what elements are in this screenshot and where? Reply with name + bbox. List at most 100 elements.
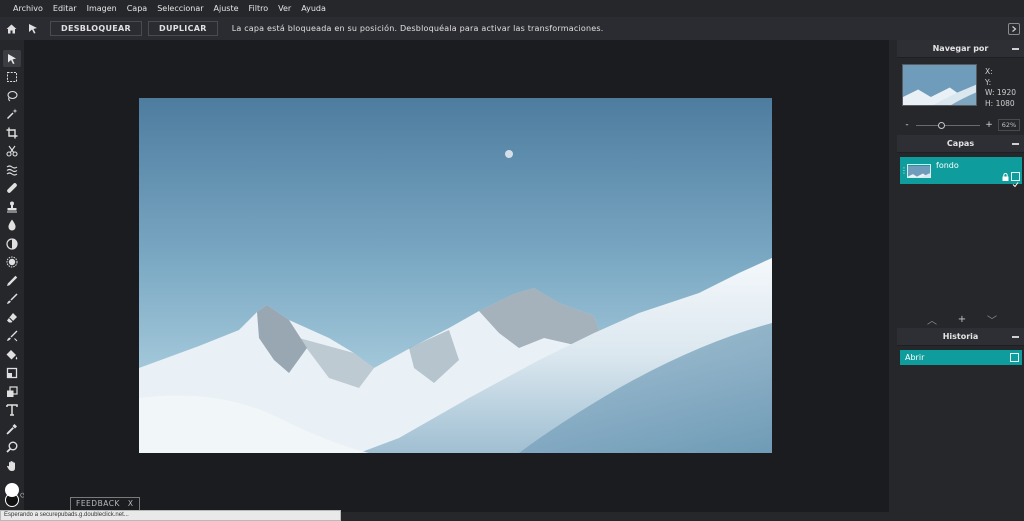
canvas-image[interactable] — [139, 98, 772, 453]
zoom-value-input[interactable]: 62% — [998, 119, 1020, 131]
history-panel-header[interactable]: Historia — [897, 328, 1024, 346]
foreground-color-swatch[interactable] — [5, 483, 19, 497]
liquify-tool-icon — [6, 164, 18, 176]
pencil-tool-icon — [7, 275, 18, 286]
vertical-scrollbar[interactable] — [889, 40, 897, 521]
move-layer-up-icon[interactable]: ︿ — [927, 312, 937, 327]
add-layer-icon[interactable]: + — [958, 314, 966, 325]
text-tool-icon — [6, 404, 18, 416]
feedback-close-button[interactable]: X — [128, 498, 134, 510]
hand-tool[interactable] — [3, 457, 21, 474]
eyedropper-tool[interactable] — [3, 420, 21, 437]
cut-tool[interactable] — [3, 143, 21, 160]
eraser-tool[interactable] — [3, 309, 21, 326]
menu-archivo[interactable]: Archivo — [8, 0, 48, 17]
menu-seleccionar[interactable]: Seleccionar — [152, 0, 208, 17]
collapse-panel-button[interactable] — [1008, 23, 1020, 35]
rectangle-tool[interactable] — [3, 365, 21, 382]
shape-tool[interactable] — [3, 383, 21, 400]
navigator-preview-image — [903, 65, 976, 105]
liquify-tool[interactable] — [3, 161, 21, 178]
blur-tool[interactable] — [3, 217, 21, 234]
paint-bucket-tool-icon — [6, 349, 18, 359]
collapse-layers-icon[interactable] — [1012, 143, 1019, 145]
color-replace-tool[interactable] — [3, 328, 21, 345]
drag-handle-icon[interactable]: ⋮ — [900, 166, 908, 175]
color-replace-tool-icon — [7, 330, 18, 342]
tools-panel — [0, 40, 24, 521]
feedback-label[interactable]: FEEDBACK — [76, 498, 120, 510]
dodge-tool[interactable] — [3, 254, 21, 271]
dodge-tool-icon — [6, 256, 18, 268]
h-label: H: — [985, 98, 994, 108]
paint-bucket-tool[interactable] — [3, 346, 21, 363]
history-item-label[interactable]: Abrir — [905, 353, 924, 362]
y-label: Y: — [985, 77, 992, 87]
layer-name[interactable]: fondo — [936, 161, 959, 170]
navigator-thumbnail[interactable] — [902, 64, 977, 106]
menu-bar: Archivo Editar Imagen Capa Seleccionar A… — [0, 0, 1024, 17]
menu-imagen[interactable]: Imagen — [82, 0, 122, 17]
magic-wand-tool-icon — [6, 108, 18, 120]
home-button[interactable] — [0, 17, 22, 40]
lasso-tool[interactable] — [3, 87, 21, 104]
move-tool[interactable] — [3, 50, 21, 67]
menu-filtro[interactable]: Filtro — [244, 0, 274, 17]
layer-item[interactable]: ⋮ fondo — [900, 157, 1022, 188]
home-icon — [6, 24, 16, 33]
zoom-slider-handle[interactable] — [938, 121, 945, 129]
duplicate-button[interactable]: DUPLICAR — [148, 21, 218, 36]
sponge-tool[interactable] — [3, 235, 21, 252]
lock-icon[interactable] — [1002, 173, 1009, 181]
zoom-out-button[interactable]: - — [902, 120, 912, 130]
mountain-photo — [139, 98, 772, 453]
marquee-tool[interactable] — [3, 69, 21, 86]
layer-thumbnail-image — [908, 165, 930, 177]
menu-capa[interactable]: Capa — [122, 0, 152, 17]
history-item[interactable]: Abrir — [900, 350, 1022, 365]
stamp-tool-icon — [7, 201, 17, 212]
healing-tool[interactable] — [3, 180, 21, 197]
navigator-title: Navegar por — [932, 44, 989, 53]
history-state-icon — [1010, 353, 1019, 362]
text-tool[interactable] — [3, 402, 21, 419]
move-layer-down-icon[interactable]: ﹀ — [987, 312, 997, 327]
rectangle-tool-icon — [6, 367, 18, 379]
brush-tool-icon — [7, 293, 18, 304]
feedback-tab[interactable]: FEEDBACK X — [70, 497, 140, 511]
width-value: 1920 — [996, 88, 1016, 97]
move-tool-icon — [8, 53, 16, 64]
collapse-history-icon[interactable] — [1012, 336, 1019, 338]
pencil-tool[interactable] — [3, 272, 21, 289]
zoom-in-button[interactable]: + — [984, 120, 994, 130]
w-label: W: — [985, 88, 995, 97]
blur-tool-icon — [8, 219, 16, 231]
marquee-tool-icon — [7, 72, 17, 82]
stamp-tool[interactable] — [3, 198, 21, 215]
menu-ver[interactable]: Ver — [273, 0, 296, 17]
photo-editor-app: Archivo Editar Imagen Capa Seleccionar A… — [0, 0, 1024, 521]
browser-status-bar: Esperando a securepubads.g.doubleclick.n… — [0, 510, 341, 521]
menu-editar[interactable]: Editar — [48, 0, 82, 17]
layer-visibility-checkbox[interactable] — [1011, 172, 1020, 188]
collapse-navigator-icon[interactable] — [1012, 48, 1019, 50]
layers-title: Capas — [946, 139, 975, 148]
magic-wand-tool[interactable] — [3, 106, 21, 123]
navigator-panel-header[interactable]: Navegar por — [897, 40, 1024, 58]
unlock-button[interactable]: DESBLOQUEAR — [50, 21, 142, 36]
crop-tool[interactable] — [3, 124, 21, 141]
layers-panel-header[interactable]: Capas — [897, 135, 1024, 153]
healing-tool-icon — [7, 183, 17, 193]
options-bar: DESBLOQUEAR DUPLICAR La capa está bloque… — [0, 17, 1024, 40]
menu-ajuste[interactable]: Ajuste — [209, 0, 244, 17]
chevron-right-icon — [1012, 26, 1017, 32]
brush-tool[interactable] — [3, 291, 21, 308]
sponge-tool-icon — [6, 237, 18, 250]
navigator-info: X: Y: W: 1920 H: 1080 — [985, 67, 1016, 109]
zoom-tool[interactable] — [3, 439, 21, 456]
eraser-tool-icon — [7, 312, 17, 322]
zoom-slider[interactable] — [916, 121, 980, 129]
layer-locked-message: La capa está bloqueada en su posición. D… — [231, 24, 604, 33]
cut-tool-icon — [6, 145, 18, 157]
menu-ayuda[interactable]: Ayuda — [296, 0, 331, 17]
